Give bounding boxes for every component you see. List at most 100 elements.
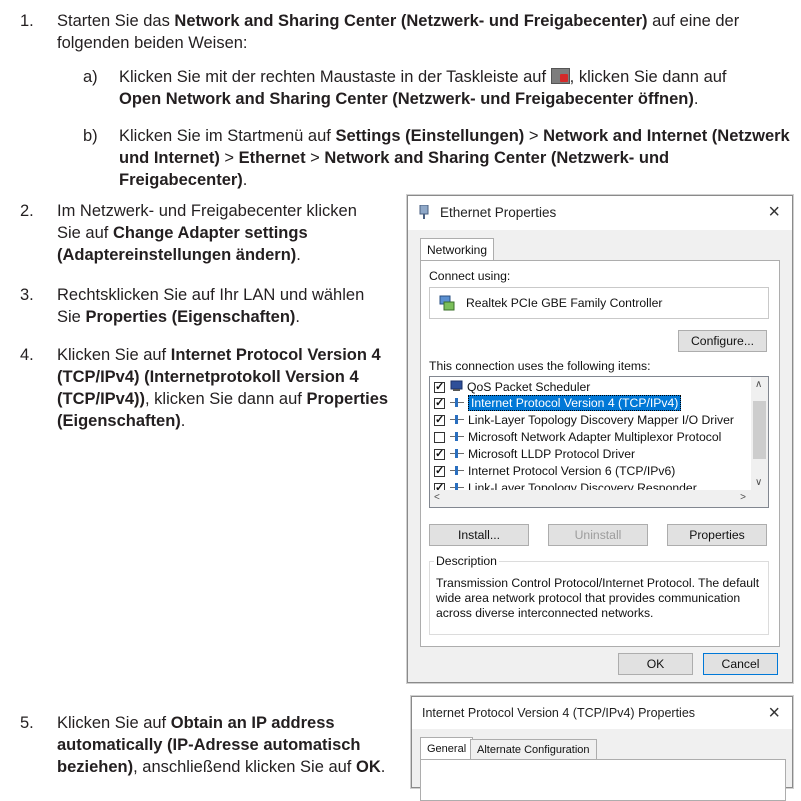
protocol-icon <box>450 431 464 441</box>
step-4-text-b: , klicken Sie dann auf <box>145 390 307 408</box>
description-line-2: wide area network protocol that provides… <box>436 591 741 605</box>
scroll-right-icon[interactable]: > <box>740 492 746 503</box>
step-1b-text: Klicken Sie im Startmenü auf Settings (E… <box>119 125 799 191</box>
step-2-end: . <box>296 246 301 264</box>
step-1a-bold: Open Network and Sharing Center (Netzwer… <box>119 90 694 108</box>
list-item[interactable]: Link-Layer Topology Discovery Mapper I/O… <box>434 412 734 428</box>
checkbox-unchecked[interactable] <box>434 432 445 443</box>
configure-button[interactable]: Configure... <box>678 330 767 352</box>
step-1a-text-b: , klicken Sie dann auf <box>569 68 727 86</box>
step-1a-text-a: Klicken Sie mit der rechten Maustaste in… <box>119 68 551 86</box>
adapter-name: Realtek PCIe GBE Family Controller <box>466 296 663 310</box>
ok-button[interactable]: OK <box>618 653 693 675</box>
step-2-text: Im Netzwerk- und Freigabecenter klicken … <box>57 200 367 266</box>
dialog-title: Ethernet Properties <box>440 205 557 220</box>
step-3-number: 3. <box>20 286 34 304</box>
scroll-left-icon[interactable]: < <box>434 492 440 503</box>
step-1-bold: Network and Sharing Center (Netzwerk- un… <box>174 12 648 30</box>
scroll-thumb[interactable] <box>753 401 766 459</box>
step-1a-text-c: . <box>693 90 699 108</box>
protocol-icon <box>450 414 464 424</box>
close-icon[interactable]: × <box>768 202 780 222</box>
ethernet-icon <box>419 205 429 219</box>
step-3-bold: Properties (Eigenschaften) <box>85 308 296 326</box>
step-1b-sep-3: > <box>305 149 325 167</box>
ipv4-dialog-titlebar: Internet Protocol Version 4 (TCP/IPv4) P… <box>412 697 792 729</box>
connection-items-list[interactable]: QoS Packet Scheduler Internet Protocol V… <box>429 376 769 508</box>
list-item[interactable]: Internet Protocol Version 6 (TCP/IPv6) <box>434 463 675 479</box>
step-1b-bold-settings: Settings (Einstellungen) <box>335 127 525 145</box>
description-line-3: across diverse interconnected networks. <box>436 606 654 620</box>
step-5-end: . <box>380 758 386 776</box>
uninstall-button[interactable]: Uninstall <box>548 524 648 546</box>
step-1-number: 1. <box>20 12 34 30</box>
item-label: Microsoft Network Adapter Multiplexor Pr… <box>468 430 722 444</box>
description-line-1: Transmission Control Protocol/Internet P… <box>436 576 760 590</box>
step-5-bold-ok: OK <box>355 758 381 776</box>
protocol-icon <box>450 448 464 458</box>
list-item-selected[interactable]: Internet Protocol Version 4 (TCP/IPv4) <box>434 395 682 411</box>
scheduler-icon <box>450 380 463 391</box>
step-4-text: Klicken Sie auf Internet Protocol Versio… <box>57 344 402 432</box>
step-1b-sep-2: > <box>219 149 239 167</box>
step-3-text: Rechtsklicken Sie auf Ihr LAN und wählen… <box>57 284 367 328</box>
tab-alternate-configuration[interactable]: Alternate Configuration <box>470 739 597 760</box>
dialog-titlebar: Ethernet Properties × <box>408 196 792 230</box>
adapter-icon <box>439 295 455 311</box>
step-1a-text: Klicken Sie mit der rechten Maustaste in… <box>119 66 759 110</box>
step-1b-text-a: Klicken Sie im Startmenü auf <box>119 127 336 145</box>
networking-panel: Connect using: Realtek PCIe GBE Family C… <box>420 260 780 647</box>
step-3-end: . <box>295 308 300 326</box>
ethernet-properties-dialog: Ethernet Properties × Networking Connect… <box>407 195 793 683</box>
step-5-text-a: Klicken Sie auf <box>57 714 171 732</box>
step-1a-letter: a) <box>83 68 98 86</box>
step-1-text-a: Starten Sie das <box>57 12 175 30</box>
checkbox-checked[interactable] <box>434 446 445 462</box>
description-group: Description Transmission Control Protoco… <box>429 554 769 635</box>
list-item[interactable]: Microsoft LLDP Protocol Driver <box>434 446 635 462</box>
connect-using-label: Connect using: <box>429 269 511 283</box>
checkbox-checked[interactable] <box>434 463 445 479</box>
step-2-number: 2. <box>20 202 34 220</box>
ipv4-dialog-title: Internet Protocol Version 4 (TCP/IPv4) P… <box>422 706 696 720</box>
network-tray-icon <box>550 68 570 84</box>
tab-networking[interactable]: Networking <box>420 238 495 261</box>
checkbox-checked[interactable] <box>434 412 445 428</box>
item-label: Microsoft LLDP Protocol Driver <box>468 447 636 461</box>
scroll-up-icon[interactable]: ∧ <box>755 379 762 390</box>
list-item[interactable]: QoS Packet Scheduler <box>434 379 590 395</box>
step-4-end: . <box>180 412 186 430</box>
item-label: QoS Packet Scheduler <box>467 380 591 394</box>
step-1b-letter: b) <box>83 127 98 145</box>
step-5-text-b: , anschließend klicken Sie auf <box>133 758 356 776</box>
step-5-text: Klicken Sie auf Obtain an IP address aut… <box>57 712 402 778</box>
description-title: Description <box>434 554 499 568</box>
list-item[interactable]: Microsoft Network Adapter Multiplexor Pr… <box>434 429 721 445</box>
protocol-icon <box>450 397 464 407</box>
ipv4-close-icon[interactable]: × <box>768 703 780 723</box>
step-1b-bold-ethernet: Ethernet <box>238 149 306 167</box>
install-button[interactable]: Install... <box>429 524 529 546</box>
step-1b-sep-1: > <box>524 127 544 145</box>
scroll-down-icon[interactable]: ∨ <box>755 477 762 488</box>
items-label: This connection uses the following items… <box>429 359 651 373</box>
step-1b-end: . <box>242 171 248 189</box>
vertical-scrollbar[interactable]: ∧ ∨ <box>751 377 768 490</box>
step-4-number: 4. <box>20 346 34 364</box>
item-label: Internet Protocol Version 6 (TCP/IPv6) <box>468 464 676 478</box>
protocol-icon <box>450 465 464 475</box>
ipv4-properties-dialog: Internet Protocol Version 4 (TCP/IPv4) P… <box>411 696 793 801</box>
cancel-button[interactable]: Cancel <box>703 653 778 675</box>
ipv4-general-panel <box>420 759 786 801</box>
item-label: Link-Layer Topology Discovery Mapper I/O… <box>468 413 734 427</box>
horizontal-scrollbar[interactable]: < > <box>430 490 768 507</box>
step-4-text-a: Klicken Sie auf <box>57 346 171 364</box>
item-label: Internet Protocol Version 4 (TCP/IPv4) <box>468 395 682 411</box>
tab-general[interactable]: General <box>420 737 474 760</box>
checkbox-checked[interactable] <box>434 379 445 395</box>
properties-button[interactable]: Properties <box>667 524 767 546</box>
adapter-box: Realtek PCIe GBE Family Controller <box>429 287 769 319</box>
step-1-text: Starten Sie das Network and Sharing Cent… <box>57 10 777 54</box>
checkbox-checked[interactable] <box>434 395 445 411</box>
step-5-number: 5. <box>20 714 34 732</box>
